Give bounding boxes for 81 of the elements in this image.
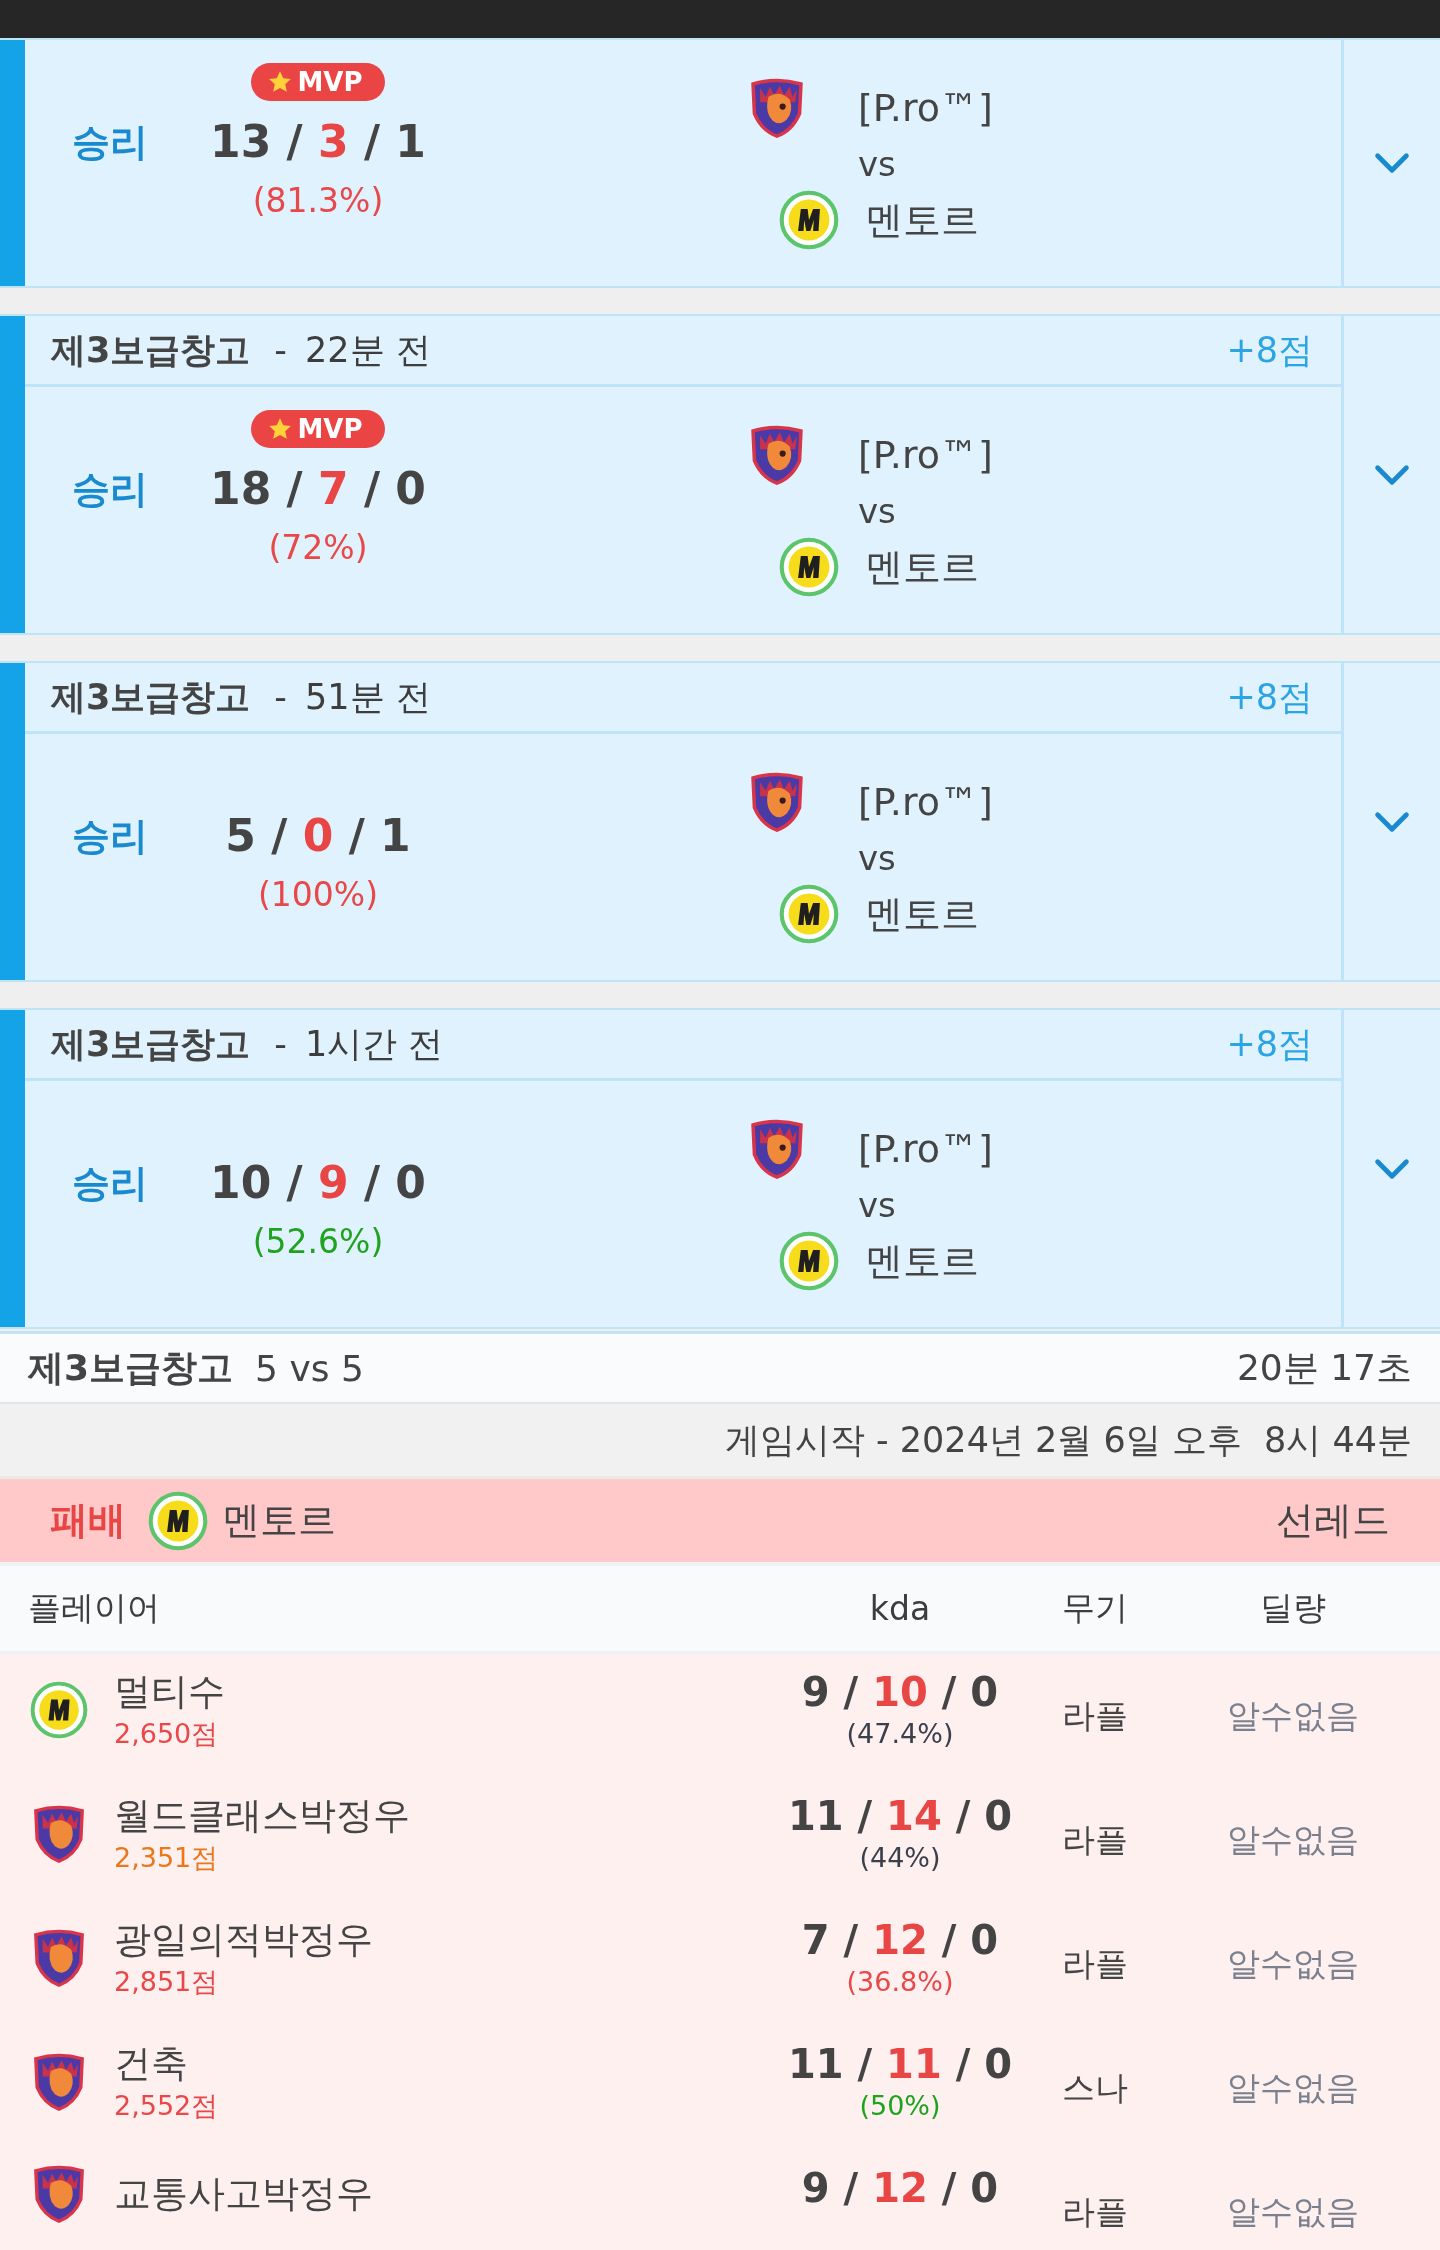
duration-text: 20분 17초 <box>1236 1345 1412 1390</box>
player-name[interactable]: 광일의적박정우 <box>114 1916 373 1964</box>
weapon-text: 라플 <box>1062 1818 1128 1861</box>
time-ago: 51분 전 <box>305 675 431 719</box>
player-score: 2,351점 <box>114 1841 220 1875</box>
kda-score: 11 / 14 / 0 <box>787 1792 1013 1840</box>
result-text: 승리 <box>72 466 149 513</box>
points-text: +8점 <box>1226 1022 1313 1066</box>
kill-rate: (50%) <box>859 2089 941 2123</box>
side-text: 선레드 <box>1276 1497 1390 1544</box>
team-name: [P.ro™] <box>858 780 993 824</box>
team-name: 멘토르 <box>222 1497 336 1544</box>
result-text: 승리 <box>72 1160 149 1207</box>
map-name: 제3보급창고 <box>51 328 251 372</box>
result-text: 승리 <box>72 813 149 860</box>
damage-text: 알수없음 <box>1226 2190 1359 2233</box>
chevron-down-icon <box>1374 151 1410 175</box>
separator-text: - <box>274 330 287 370</box>
weapon-text: 스나 <box>1062 2066 1128 2109</box>
map-name: 제3보급창고 <box>51 1022 251 1066</box>
separator-text: - <box>274 677 287 717</box>
weapon-text: 라플 <box>1062 2190 1128 2233</box>
versus-text: vs <box>858 1185 896 1225</box>
kill-rate: (44%) <box>859 1841 941 1875</box>
kda-score: 9 / 12 / 0 <box>801 2164 999 2212</box>
chevron-down-icon <box>1374 462 1410 487</box>
map-name: 제3보급창고 <box>51 675 251 719</box>
map-name: 제3보급창고 <box>28 1345 234 1390</box>
result-text: 승리 <box>72 119 149 166</box>
damage-text: 알수없음 <box>1226 1818 1359 1861</box>
kda-score: 5 / 0 / 1 <box>225 809 411 863</box>
chevron-down-icon <box>1374 809 1410 834</box>
kda-score: 11 / 11 / 0 <box>787 2040 1013 2088</box>
mvp-badge: MVP <box>251 63 385 101</box>
player-name[interactable]: 월드클래스박정우 <box>114 1792 410 1840</box>
mvp-badge: MVP <box>251 410 385 448</box>
kda-score: 18 / 7 / 0 <box>210 462 426 516</box>
player-score: 2,552점 <box>114 2089 219 2123</box>
kill-rate: (52.6%) <box>252 1221 384 1263</box>
kda-score: 10 / 9 / 0 <box>210 1156 426 1210</box>
player-name[interactable]: 건축 <box>114 2040 219 2088</box>
team-name: 멘토르 <box>865 543 979 591</box>
team-name: [P.ro™] <box>858 433 993 477</box>
versus-text: vs <box>858 144 896 184</box>
player-name[interactable]: 멀티수 <box>114 1668 225 1716</box>
team-name: [P.ro™] <box>858 1127 993 1171</box>
start-time: 게임시작 - 2024년 2월 6일 오후 8시 44분 <box>724 1418 1412 1462</box>
damage-text: 알수없음 <box>1226 2066 1359 2109</box>
weapon-text: 라플 <box>1062 1694 1128 1737</box>
kill-rate: (81.3%) <box>252 180 384 222</box>
weapon-text: 라플 <box>1062 1942 1128 1985</box>
column-header: 플레이어 <box>28 1587 160 1629</box>
team-name: 멘토르 <box>865 890 979 938</box>
versus-text: vs <box>858 838 896 878</box>
kda-score: 9 / 10 / 0 <box>801 1668 999 1716</box>
time-ago: 1시간 전 <box>305 1022 444 1066</box>
points-text: +8점 <box>1226 328 1313 372</box>
kill-rate: (72%) <box>268 527 368 569</box>
player-score: 2,650점 <box>114 1717 220 1751</box>
time-ago: 22분 전 <box>305 328 431 372</box>
kill-rate: (47.4%) <box>846 1717 954 1751</box>
column-header: 딜량 <box>1259 1587 1326 1629</box>
result-text: 패배 <box>50 1497 126 1544</box>
versus-text: vs <box>858 491 896 531</box>
kda-score: 7 / 12 / 0 <box>801 1916 999 1964</box>
column-header: kda <box>869 1589 931 1628</box>
team-name: 멘토르 <box>865 1237 979 1285</box>
kill-rate: (36.8%) <box>846 1965 954 1999</box>
chevron-down-icon <box>1374 1156 1410 1181</box>
points-text: +8점 <box>1226 675 1313 719</box>
team-name: 멘토르 <box>865 196 979 244</box>
team-name: [P.ro™] <box>858 86 993 130</box>
column-header: 무기 <box>1062 1587 1128 1629</box>
player-name[interactable]: 교통사고박정우 <box>114 2170 373 2218</box>
mode-text: 5 vs 5 <box>255 1347 364 1389</box>
kill-rate: (100%) <box>257 874 379 916</box>
separator-text: - <box>274 1024 287 1064</box>
damage-text: 알수없음 <box>1226 1694 1359 1737</box>
player-score: 2,851점 <box>114 1965 220 1999</box>
damage-text: 알수없음 <box>1226 1942 1359 1985</box>
kda-score: 13 / 3 / 1 <box>210 115 426 169</box>
